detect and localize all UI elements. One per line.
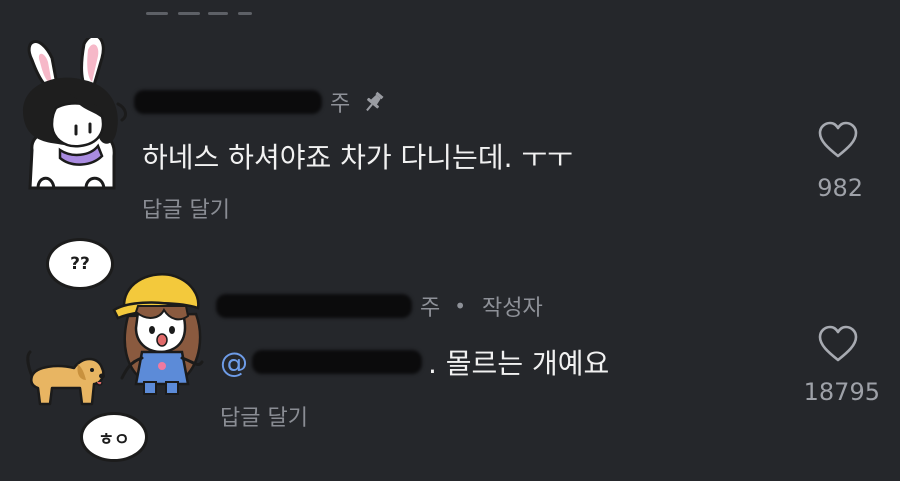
comment-item: ?? ㅎㅇ 주 • 작성자 @ . 몰르는 개예요 답글 달기 18795 [0, 238, 900, 462]
like-count: 18795 [803, 378, 880, 406]
redacted-username [134, 90, 322, 114]
question-bubble-text: ?? [70, 254, 90, 274]
dog-sticker-icon [26, 350, 105, 406]
mention-link[interactable]: @ [220, 346, 248, 379]
question-bubble-sticker: ?? [46, 238, 114, 290]
reply-button[interactable]: 답글 달기 [142, 192, 230, 224]
author-badge: 작성자 [482, 296, 543, 321]
pin-icon [366, 91, 384, 112]
redacted-username [216, 294, 412, 318]
comment-item: 주 하네스 하셔야죠 차가 다니는데. ㅜㅜ 답글 달기 982 [0, 38, 900, 228]
previous-content-fragment [146, 0, 256, 18]
reply-button[interactable]: 답글 달기 [220, 400, 308, 432]
laugh-bubble-text: ㅎㅇ [98, 429, 130, 450]
comment-meta: 주 [134, 86, 386, 118]
comment-text-content: . 몰르는 개예요 [428, 347, 610, 380]
comment-text: @ . 몰르는 개예요 [220, 342, 609, 382]
comment-text: 하네스 하셔야죠 차가 다니는데. ㅜㅜ [142, 136, 573, 176]
bunny-avatar-icon[interactable] [18, 38, 130, 190]
girl-avatar-icon[interactable] [108, 266, 214, 396]
laugh-bubble-sticker: ㅎㅇ [80, 412, 148, 462]
separator-dot: • [454, 294, 467, 318]
heart-icon[interactable] [816, 324, 860, 364]
author-name-suffix[interactable]: 주 [420, 290, 440, 322]
like-count: 982 [817, 174, 863, 202]
heart-icon[interactable] [816, 120, 860, 160]
redacted-mention [252, 350, 422, 374]
comment-text-content: 하네스 하셔야죠 차가 다니는데. ㅜㅜ [142, 141, 573, 174]
author-name-suffix[interactable]: 주 [330, 86, 350, 118]
comment-meta: 주 • 작성자 [216, 290, 543, 322]
